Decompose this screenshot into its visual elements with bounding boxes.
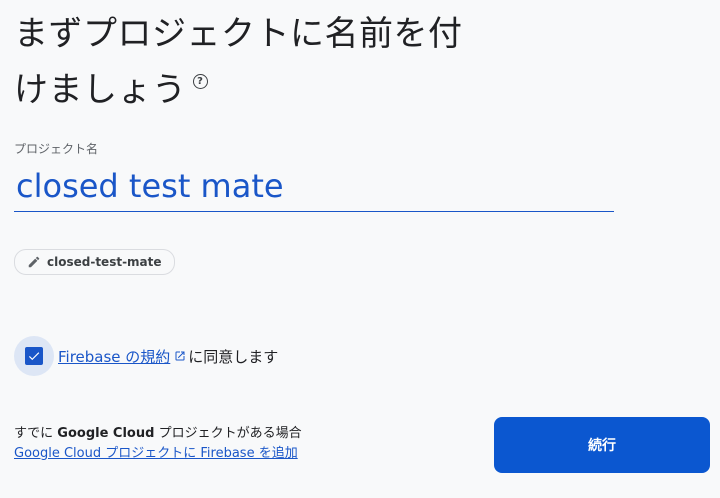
checkmark-icon xyxy=(28,352,40,361)
help-circle-icon[interactable]: ? xyxy=(192,74,208,89)
existing-project-note: すでに Google Cloud プロジェクトがある場合 Google Clou… xyxy=(14,424,302,464)
project-name-input[interactable] xyxy=(14,160,614,212)
terms-checkbox[interactable] xyxy=(25,347,43,365)
continue-button[interactable]: 続行 xyxy=(494,417,710,473)
project-id-chip[interactable]: closed-test-mate xyxy=(14,249,175,275)
existing-suffix: プロジェクトがある場合 xyxy=(158,426,302,441)
terms-suffix: に同意します xyxy=(188,347,279,366)
page-title: まずプロジェクトに名前を付 けましょう? xyxy=(14,6,574,118)
terms-row: Firebase の規約 に同意します xyxy=(14,336,278,376)
checkbox-halo xyxy=(14,336,54,376)
page-title-line2: けましょう xyxy=(14,70,187,110)
existing-prefix: すでに xyxy=(14,426,54,441)
firebase-terms-link[interactable]: Firebase の規約 xyxy=(58,346,170,367)
page-title-line1: まずプロジェクトに名前を付 xyxy=(14,14,463,54)
existing-bold: Google Cloud xyxy=(57,426,155,441)
pencil-icon xyxy=(28,256,40,268)
add-firebase-to-gcp-link[interactable]: Google Cloud プロジェクトに Firebase を追加 xyxy=(14,444,302,464)
project-id-label: closed-test-mate xyxy=(47,255,162,269)
open-in-new-icon[interactable] xyxy=(174,350,186,362)
project-name-label: プロジェクト名 xyxy=(14,142,99,156)
